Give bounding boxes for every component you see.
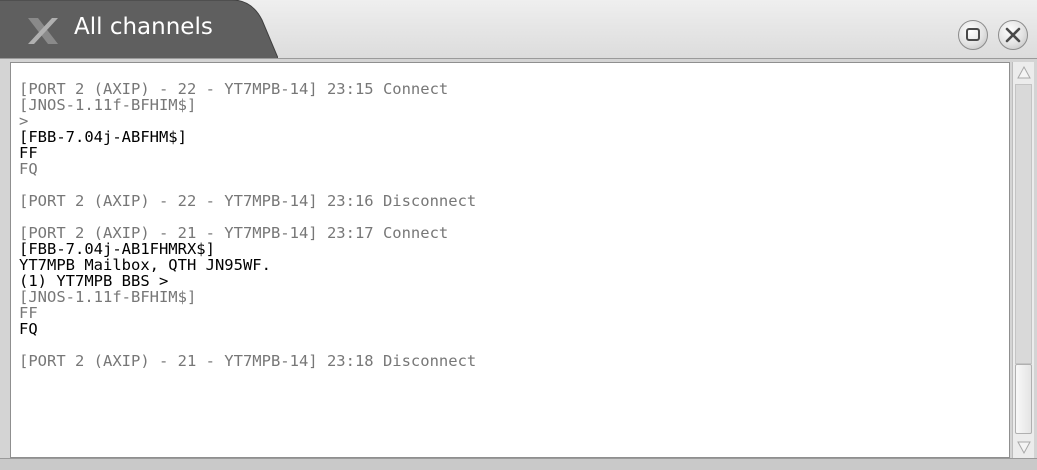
log-line: [FBB-7.04j-ABFHM$]	[19, 128, 187, 146]
log-line: (1) YT7MPB BBS >	[19, 272, 169, 290]
window-bottom-border	[0, 458, 1037, 470]
log-line: [PORT 2 (AXIP) - 21 - YT7MPB-14] 23:17 C…	[19, 224, 449, 242]
scroll-thumb[interactable]	[1015, 364, 1032, 434]
title-tab: All channels	[0, 0, 278, 58]
log-spacer	[19, 337, 1009, 353]
log-line: [PORT 2 (AXIP) - 21 - YT7MPB-14] 23:18 D…	[19, 352, 477, 370]
title-bar[interactable]: All channels	[0, 0, 1037, 59]
log-line: [JNOS-1.11f-BFHIM$]	[19, 96, 197, 114]
log-line: FQ	[19, 320, 38, 338]
arrow-up-icon	[1017, 65, 1031, 79]
log-line: >	[19, 112, 29, 130]
x-icon	[26, 16, 60, 46]
arrow-down-icon	[1017, 441, 1031, 455]
scroll-down-button[interactable]	[1014, 437, 1034, 457]
log-line: FF	[19, 304, 38, 322]
close-icon	[1005, 27, 1021, 43]
log-spacer	[19, 209, 1009, 225]
scroll-up-button[interactable]	[1014, 63, 1034, 83]
vertical-scrollbar[interactable]	[1012, 62, 1034, 458]
log-line: [PORT 2 (AXIP) - 22 - YT7MPB-14] 23:16 D…	[19, 192, 477, 210]
all-channels-window: All channels [PORT 2 (AXIP) - 22 - YT7MP…	[0, 0, 1037, 470]
log-line: [FBB-7.04j-AB1FHMRX$]	[19, 240, 215, 258]
log-line: YT7MPB Mailbox, QTH JN95WF.	[19, 256, 271, 274]
log-line: FQ	[19, 160, 38, 178]
window-title: All channels	[74, 14, 213, 40]
log-text: [PORT 2 (AXIP) - 22 - YT7MPB-14] 23:15 C…	[19, 81, 1009, 369]
channel-log-view[interactable]: [PORT 2 (AXIP) - 22 - YT7MPB-14] 23:15 C…	[10, 62, 1010, 458]
log-spacer	[19, 177, 1009, 193]
close-button[interactable]	[998, 20, 1028, 50]
maximize-icon	[966, 28, 980, 41]
log-line: [JNOS-1.11f-BFHIM$]	[19, 288, 197, 306]
log-line: [PORT 2 (AXIP) - 22 - YT7MPB-14] 23:15 C…	[19, 80, 449, 98]
log-line: FF	[19, 144, 38, 162]
maximize-button[interactable]	[958, 20, 988, 50]
scroll-track[interactable]	[1015, 84, 1032, 364]
